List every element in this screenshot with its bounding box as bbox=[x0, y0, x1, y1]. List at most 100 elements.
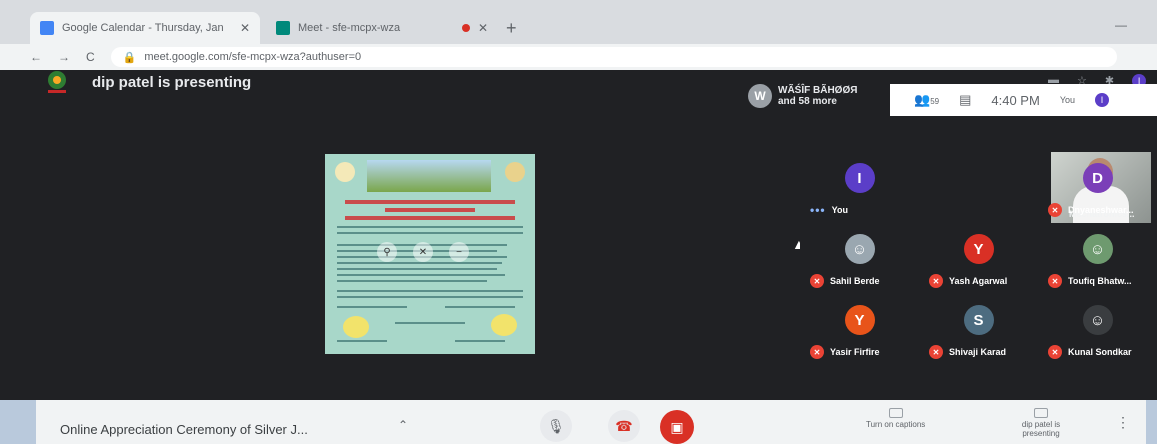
participant-name-text: Yasir Firfire bbox=[830, 347, 880, 357]
doc-text-line bbox=[337, 290, 523, 292]
presenting-title: dip patel is presenting bbox=[92, 74, 252, 91]
participant-tile[interactable]: S ✕ Shivaji Karad bbox=[919, 294, 1038, 365]
participant-tile[interactable]: Y ✕ Yasir Firfire bbox=[800, 294, 919, 365]
balloon-icon bbox=[343, 316, 369, 338]
camera-off-button[interactable]: ▣ bbox=[660, 410, 694, 444]
self-avatar-icon[interactable]: I bbox=[1095, 93, 1109, 107]
doc-heading-line bbox=[345, 216, 515, 220]
doc-text-line bbox=[455, 340, 505, 342]
meeting-info-panel: 👥59 ▤ 4:40 PM You I bbox=[890, 84, 1157, 116]
mic-off-icon: ✕ bbox=[810, 345, 824, 359]
avatar: Y bbox=[844, 305, 875, 335]
presentation-controls: ⚲ ✕ − bbox=[377, 242, 469, 262]
mic-off-icon: ✕ bbox=[929, 345, 943, 359]
pin-icon[interactable]: ⚲ bbox=[377, 242, 397, 262]
omnibox[interactable]: 🔒 meet.google.com/sfe-mcpx-wza?authuser=… bbox=[110, 47, 1117, 67]
tab-title: Google Calendar - Thursday, Jan bbox=[62, 22, 224, 34]
meet-icon bbox=[276, 21, 290, 35]
viewer-more: and 58 more bbox=[778, 96, 837, 107]
doc-text-line bbox=[337, 296, 523, 298]
presenting-button[interactable]: dip patel is presenting bbox=[1016, 408, 1066, 438]
microphone-icon: 🎙 bbox=[547, 417, 565, 434]
window-minimize-icon[interactable]: — bbox=[1115, 18, 1127, 32]
lock-icon: 🔒 bbox=[122, 51, 137, 64]
hang-up-button[interactable]: ☎ bbox=[608, 410, 640, 442]
you-label: You bbox=[1059, 95, 1075, 105]
microphone-button[interactable]: 🎙 bbox=[540, 410, 572, 442]
tab-google-calendar[interactable]: Google Calendar - Thursday, Jan ✕ bbox=[30, 12, 260, 44]
participant-tile[interactable]: D ✕ Dnyaneshwar... bbox=[1038, 152, 1157, 223]
chat-icon[interactable]: ▤ bbox=[959, 92, 971, 108]
campus-photo bbox=[367, 160, 491, 192]
participant-tile[interactable]: I ••• You bbox=[800, 152, 919, 223]
participant-name-text: Sahil Berde bbox=[830, 276, 880, 286]
tab-meet[interactable]: Meet - sfe-mcpx-wza ✕ bbox=[266, 12, 498, 44]
avatar: Y bbox=[963, 234, 994, 264]
doc-text-line bbox=[337, 274, 505, 276]
participant-tile[interactable]: ☺ ✕ Kunal Sondkar bbox=[1038, 294, 1157, 365]
avatar: S bbox=[963, 305, 994, 335]
camera-off-icon: ▣ bbox=[670, 418, 684, 435]
captions-button[interactable]: Turn on captions bbox=[866, 408, 925, 429]
participant-name-text: Toufiq Bhatw... bbox=[1068, 276, 1132, 286]
back-icon[interactable]: ← bbox=[30, 50, 42, 64]
participant-name: ✕ Dnyaneshwar... bbox=[1048, 203, 1134, 217]
avatar: D bbox=[1082, 163, 1113, 193]
mic-off-icon: ✕ bbox=[1048, 203, 1062, 217]
participant-name: ✕ Yasir Firfire bbox=[810, 345, 880, 359]
org-logo-icon bbox=[48, 71, 66, 93]
meeting-title[interactable]: Online Appreciation Ceremony of Silver J… bbox=[60, 422, 308, 437]
mute-presentation-icon[interactable]: ✕ bbox=[413, 242, 433, 262]
phone-hangup-icon: ☎ bbox=[615, 417, 633, 434]
avatar: ☺ bbox=[1082, 234, 1113, 264]
participant-name-text: Dnyaneshwar... bbox=[1068, 205, 1134, 215]
people-icon[interactable]: 👥59 bbox=[914, 92, 939, 108]
mic-off-icon: ✕ bbox=[1048, 345, 1062, 359]
presented-document: ⚲ ✕ − bbox=[325, 154, 535, 354]
more-options-icon[interactable]: ⋮ bbox=[1116, 414, 1130, 431]
close-tab-icon[interactable]: ✕ bbox=[240, 21, 250, 35]
left-emblem-icon bbox=[335, 162, 355, 182]
chevron-up-icon[interactable]: ⌃ bbox=[398, 418, 408, 432]
doc-text-line bbox=[337, 268, 497, 270]
participant-tile[interactable]: ☺ ✕ Sahil Berde bbox=[800, 223, 919, 294]
doc-heading-line bbox=[345, 200, 515, 204]
presentation-stage: ⚲ ✕ − bbox=[325, 154, 535, 354]
mic-off-icon: ✕ bbox=[929, 274, 943, 288]
mic-off-icon: ✕ bbox=[810, 274, 824, 288]
viewer-chip[interactable]: W WÃŚÎF BÃHØØЯ and 58 more bbox=[748, 84, 857, 108]
close-tab-icon[interactable]: ✕ bbox=[478, 21, 488, 35]
remove-icon[interactable]: − bbox=[449, 242, 469, 262]
participant-tile[interactable]: ☺ ✕ Toufiq Bhatw... bbox=[1038, 223, 1157, 294]
doc-text-line bbox=[445, 306, 515, 308]
doc-text-line bbox=[337, 232, 523, 234]
participant-name: ✕ Toufiq Bhatw... bbox=[1048, 274, 1132, 288]
participant-name: ✕ Shivaji Karad bbox=[929, 345, 1006, 359]
calendar-icon bbox=[40, 21, 54, 35]
participant-name: ✕ Yash Agarwal bbox=[929, 274, 1007, 288]
viewer-names: WÃŚÎF BÃHØØЯ and 58 more bbox=[778, 85, 857, 107]
meet-window: dip patel is presenting W WÃŚÎF BÃHØØЯ a… bbox=[0, 70, 1157, 400]
viewer-name: WÃŚÎF BÃHØØЯ bbox=[778, 85, 858, 96]
reload-icon[interactable]: C bbox=[86, 50, 95, 64]
forward-icon[interactable]: → bbox=[58, 50, 70, 64]
captions-icon bbox=[888, 408, 903, 418]
participant-tile[interactable]: Y ✕ Yash Agarwal bbox=[919, 223, 1038, 294]
clock-time: 4:40 PM bbox=[991, 92, 1040, 108]
participant-tile[interactable]: Mechatronics... bbox=[919, 152, 1151, 223]
new-tab-button[interactable]: + bbox=[506, 18, 517, 39]
browser-tab-bar: Google Calendar - Thursday, Jan ✕ Meet -… bbox=[0, 0, 1157, 44]
avatar: ☺ bbox=[1082, 305, 1113, 335]
participant-name-text: Shivaji Karad bbox=[949, 347, 1007, 357]
participant-count: 59 bbox=[930, 97, 940, 106]
present-screen-icon bbox=[1034, 408, 1048, 418]
mic-off-icon: ✕ bbox=[1048, 274, 1062, 288]
doc-text-line bbox=[395, 322, 465, 324]
tab-title: Meet - sfe-mcpx-wza bbox=[298, 22, 401, 34]
doc-text-line bbox=[337, 306, 407, 308]
recording-icon bbox=[461, 24, 470, 32]
avatar: ☺ bbox=[844, 234, 875, 264]
doc-text-line bbox=[337, 340, 387, 342]
participant-grid: I ••• You Mechatronics... D ✕ Dnyaneshwa… bbox=[800, 152, 1157, 366]
participant-name: ••• You bbox=[810, 203, 848, 217]
